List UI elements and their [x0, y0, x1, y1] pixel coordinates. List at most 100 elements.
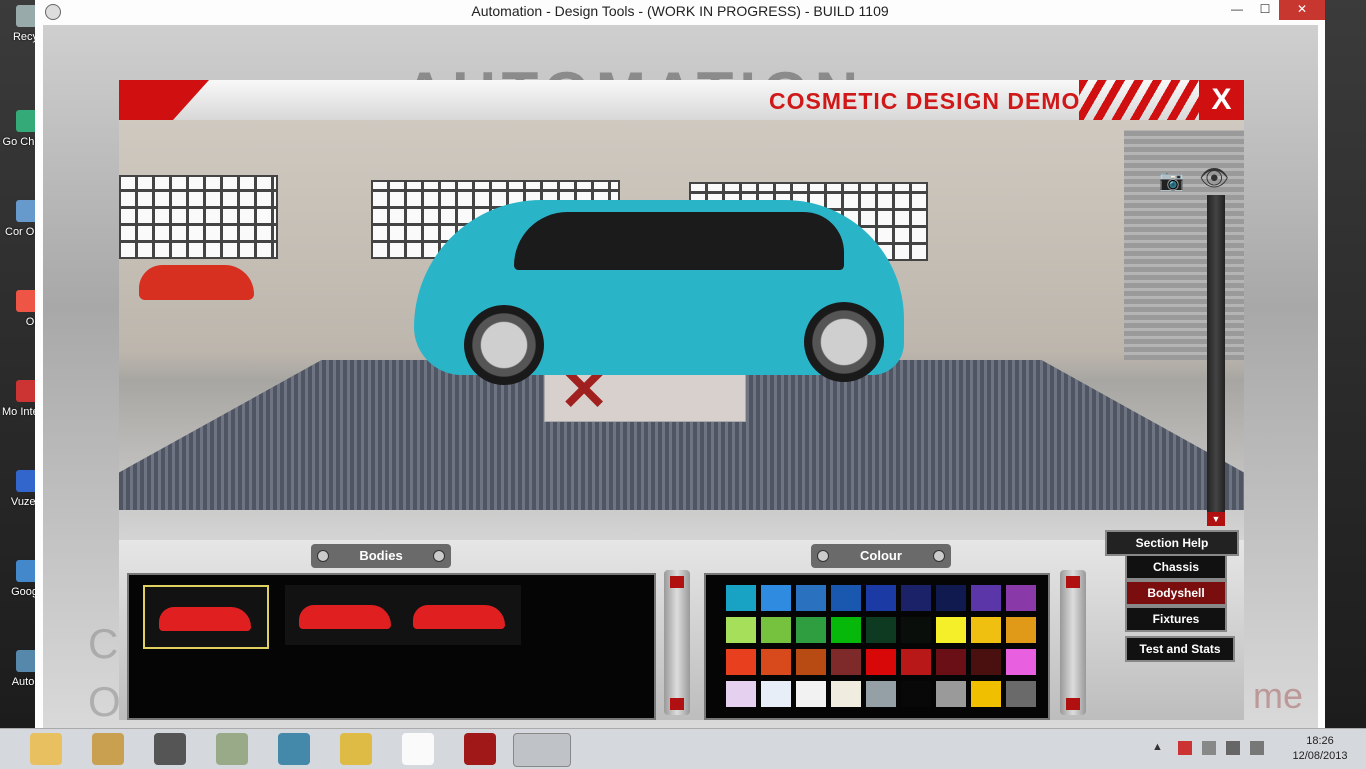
bodies-tab: Bodies: [311, 544, 451, 568]
colour-swatch[interactable]: [971, 681, 1001, 707]
colour-swatch[interactable]: [831, 617, 861, 643]
colour-scroll-down[interactable]: [1066, 698, 1080, 710]
title-bar: Automation - Design Tools - (WORK IN PRO…: [35, 0, 1325, 24]
colour-swatch[interactable]: [936, 617, 966, 643]
body-thumb-2[interactable]: [285, 585, 407, 645]
power-app-icon[interactable]: [464, 733, 496, 765]
tab-dot-icon: [817, 550, 829, 562]
colour-swatch[interactable]: [936, 649, 966, 675]
network-icon[interactable]: [1226, 741, 1240, 755]
bodies-scroll-up[interactable]: [670, 576, 684, 588]
menu-bodyshell[interactable]: Bodyshell: [1125, 580, 1227, 606]
colour-swatch[interactable]: [866, 681, 896, 707]
chrome-taskbar-icon[interactable]: [340, 733, 372, 765]
colour-swatch[interactable]: [796, 681, 826, 707]
colour-swatch[interactable]: [936, 585, 966, 611]
colour-swatch[interactable]: [761, 585, 791, 611]
colour-swatch[interactable]: [901, 681, 931, 707]
colour-swatch[interactable]: [796, 617, 826, 643]
colour-swatch[interactable]: [971, 617, 1001, 643]
clock-time: 18:26: [1306, 735, 1334, 747]
section-menu: Section Help Chassis Bodyshell Fixtures …: [1105, 512, 1241, 682]
colour-scroll-up[interactable]: [1066, 576, 1080, 588]
document-icon[interactable]: [216, 733, 248, 765]
colour-swatch[interactable]: [1006, 617, 1036, 643]
header-stripes: [1079, 80, 1199, 120]
blank-file-icon[interactable]: [402, 733, 434, 765]
volume-icon[interactable]: [1250, 741, 1264, 755]
desktop-icon-internet[interactable]: Mo Intern: [0, 380, 38, 450]
desktop-icon-computer[interactable]: Cor Or: [0, 200, 38, 270]
bodies-scrollbar[interactable]: [664, 570, 690, 715]
garage-window: [119, 175, 278, 259]
desktop-icon-recycle-bin[interactable]: Recy: [0, 5, 38, 75]
tab-dot-icon: [317, 550, 329, 562]
body-thumb-3[interactable]: [399, 585, 521, 645]
car-thumbnail-icon: [299, 605, 391, 629]
colour-swatch[interactable]: [831, 649, 861, 675]
colour-swatch[interactable]: [866, 585, 896, 611]
colour-swatch[interactable]: [726, 649, 756, 675]
game-canvas: AUTOMATION C O me COSMETIC DESIGN DEMO X…: [43, 25, 1318, 728]
tab-dot-icon: [433, 550, 445, 562]
background-car: [139, 265, 254, 300]
colour-swatch[interactable]: [901, 649, 931, 675]
colour-swatch[interactable]: [726, 617, 756, 643]
settings-app-icon[interactable]: [278, 733, 310, 765]
desktop-icon-vuze[interactable]: Vuzel: [0, 470, 38, 540]
tray-flag-icon[interactable]: [1178, 741, 1192, 755]
desktop-icon-automation[interactable]: Autor: [0, 650, 38, 720]
colour-swatch[interactable]: [796, 585, 826, 611]
colour-swatch[interactable]: [866, 617, 896, 643]
bodies-scroll-down[interactable]: [670, 698, 684, 710]
rear-wheel: [804, 302, 884, 382]
clock[interactable]: 18:26 12/08/2013: [1292, 734, 1348, 764]
menu-fixtures[interactable]: Fixtures: [1125, 606, 1227, 632]
desktop-icon-chrome[interactable]: Go Chr: [0, 110, 38, 180]
file-explorer-icon[interactable]: [30, 733, 62, 765]
menu-chassis[interactable]: Chassis: [1125, 554, 1227, 580]
colour-swatch[interactable]: [726, 585, 756, 611]
car-viewport[interactable]: ✕ 📷 👁 ▲ ▼ ⊗: [119, 120, 1244, 540]
colour-swatch[interactable]: [761, 649, 791, 675]
desktop-icon-google[interactable]: Goog: [0, 560, 38, 630]
colour-swatch[interactable]: [831, 681, 861, 707]
colour-palette: [704, 573, 1050, 720]
speaker-icon[interactable]: [154, 733, 186, 765]
colour-swatch[interactable]: [761, 681, 791, 707]
colour-swatch[interactable]: [1006, 585, 1036, 611]
colour-swatch[interactable]: [866, 649, 896, 675]
maximize-button[interactable]: ☐: [1251, 0, 1279, 20]
tray-arrow-icon[interactable]: ▲: [1152, 741, 1166, 755]
zoom-slider[interactable]: [1207, 195, 1225, 525]
colour-scrollbar[interactable]: [1060, 570, 1086, 715]
colour-swatch[interactable]: [971, 585, 1001, 611]
panel-title: COSMETIC DESIGN DEMO: [769, 88, 1081, 114]
tab-dot-icon: [933, 550, 945, 562]
colour-swatch[interactable]: [936, 681, 966, 707]
desktop-icon-origin[interactable]: Or: [0, 290, 38, 360]
camera-icon[interactable]: 📷: [1159, 168, 1184, 193]
minimize-button[interactable]: —: [1223, 0, 1251, 20]
colour-swatch[interactable]: [726, 681, 756, 707]
colour-swatch[interactable]: [901, 617, 931, 643]
colour-swatch[interactable]: [901, 585, 931, 611]
colour-tab: Colour: [811, 544, 951, 568]
eye-icon[interactable]: 👁: [1199, 164, 1229, 193]
front-wheel: [464, 305, 544, 385]
close-panel-button[interactable]: X: [1199, 80, 1244, 120]
colour-swatch[interactable]: [971, 649, 1001, 675]
colour-swatch[interactable]: [831, 585, 861, 611]
menu-test-and-stats[interactable]: Test and Stats: [1125, 636, 1235, 662]
app-icon-1[interactable]: [92, 733, 124, 765]
body-thumb-1[interactable]: [143, 585, 269, 649]
colour-swatch[interactable]: [1006, 681, 1036, 707]
colour-swatch[interactable]: [1006, 649, 1036, 675]
battery-icon[interactable]: [1202, 741, 1216, 755]
car-windows: [514, 212, 844, 270]
colour-swatch[interactable]: [761, 617, 791, 643]
section-help-button[interactable]: Section Help: [1105, 530, 1239, 556]
colour-swatch[interactable]: [796, 649, 826, 675]
close-window-button[interactable]: ✕: [1279, 0, 1325, 20]
automation-taskbar-button[interactable]: [513, 733, 571, 767]
